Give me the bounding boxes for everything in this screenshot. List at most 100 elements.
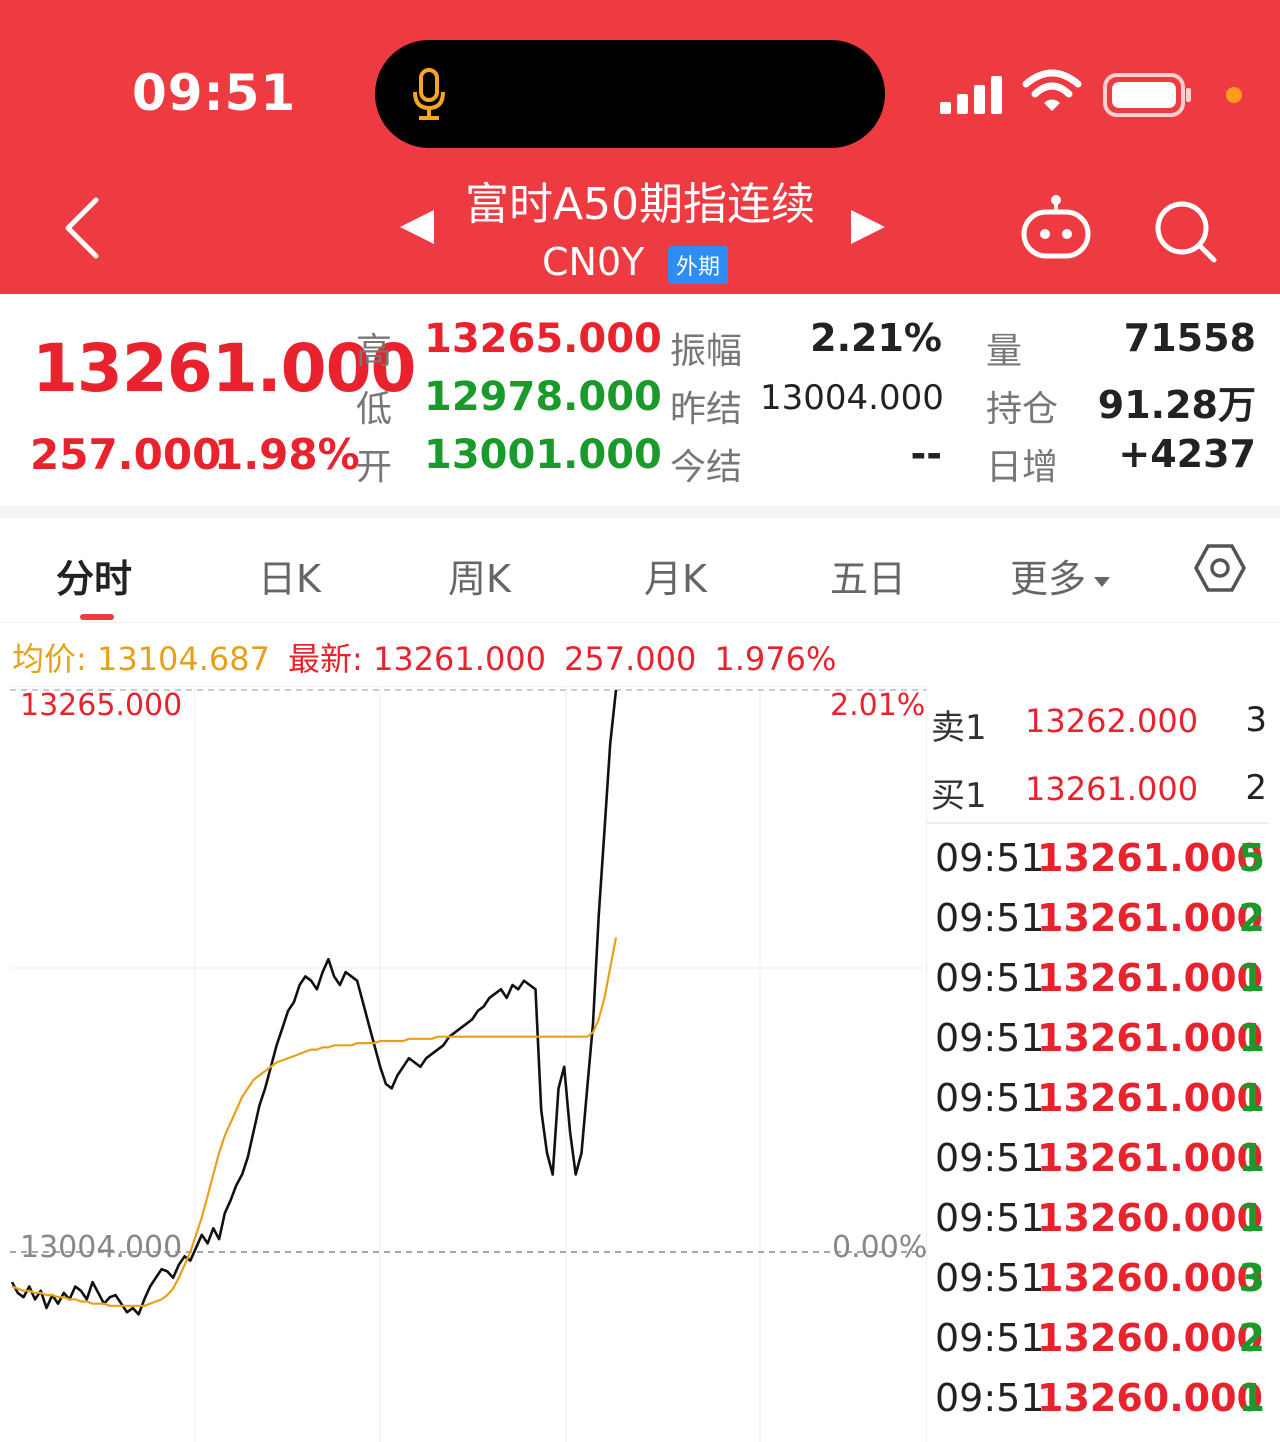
daily-increase-label: 日增 bbox=[986, 447, 1059, 488]
trade-row: 09:51 13261.000 1 bbox=[935, 1070, 1269, 1130]
trade-price: 13261.000 bbox=[1037, 1016, 1263, 1060]
daily-increase-value: +4237 bbox=[1118, 432, 1256, 476]
trade-time: 09:51 bbox=[935, 896, 1045, 940]
ask-label: 卖1 bbox=[931, 708, 987, 748]
trade-price: 13260.000 bbox=[1037, 1316, 1263, 1360]
tab-more-label: 更多 bbox=[1010, 557, 1087, 601]
average-price: 均价: 13104.687 bbox=[12, 640, 271, 678]
prev-settle-value: 13004.000 bbox=[760, 378, 944, 418]
bid-label: 买1 bbox=[931, 776, 987, 816]
robot-assistant-icon[interactable] bbox=[1018, 192, 1094, 260]
open-interest-value: 91.28万 bbox=[1097, 383, 1256, 427]
back-arrow-icon[interactable] bbox=[60, 196, 104, 260]
latest-change: 257.000 bbox=[564, 640, 697, 678]
privacy-indicator-dot bbox=[1226, 87, 1242, 103]
tab-five-day[interactable]: 五日 bbox=[830, 548, 906, 603]
chart-high-pct-label: 2.01% bbox=[830, 688, 926, 723]
volume-value: 71558 bbox=[1123, 316, 1256, 360]
trade-row: 09:51 13261.000 1 bbox=[935, 1130, 1269, 1190]
latest-change-pct: 1.976% bbox=[714, 640, 837, 678]
status-time: 09:51 bbox=[132, 64, 297, 122]
active-tab-indicator bbox=[80, 614, 114, 620]
trade-price: 13261.000 bbox=[1037, 836, 1263, 880]
quote-panel: 13261.000 257.000 1.98% 高 13265.000 低 12… bbox=[0, 294, 1280, 506]
trade-row: 09:51 13261.000 5 bbox=[935, 830, 1269, 890]
cellular-signal-icon bbox=[940, 76, 1002, 114]
trade-price: 13260.000 bbox=[1037, 1196, 1263, 1240]
latest-price: 最新: 13261.000 bbox=[288, 640, 547, 678]
amplitude-label: 振幅 bbox=[670, 331, 743, 372]
dynamic-island bbox=[375, 40, 885, 148]
trade-qty: 2 bbox=[1238, 896, 1265, 940]
bid-qty: 2 bbox=[1245, 768, 1267, 808]
tab-daily-k[interactable]: 日K bbox=[258, 548, 321, 603]
trade-time: 09:51 bbox=[935, 956, 1045, 1000]
trade-time: 09:51 bbox=[935, 1136, 1045, 1180]
orderbook-panel: 卖1 13262.000 3 买1 13261.000 2 09:51 13261… bbox=[926, 686, 1269, 1442]
trade-row: 09:51 13260.000 2 bbox=[935, 1310, 1269, 1370]
tab-weekly-k[interactable]: 周K bbox=[448, 548, 511, 603]
chart-info-line: 均价: 13104.687 最新: 13261.000 257.000 1.976% bbox=[12, 634, 836, 680]
bid-row[interactable]: 买1 13261.000 2 bbox=[929, 758, 1269, 818]
contract-title: 富时A50期指连续 bbox=[464, 179, 816, 230]
trade-price: 13260.000 bbox=[1037, 1376, 1263, 1420]
ask-price: 13262.000 bbox=[1025, 702, 1199, 740]
trade-time: 09:51 bbox=[935, 1376, 1045, 1420]
open-value: 13001.000 bbox=[424, 432, 662, 478]
trade-price: 13261.000 bbox=[1037, 1076, 1263, 1120]
tab-more[interactable]: 更多 bbox=[1010, 548, 1111, 603]
ask-qty: 3 bbox=[1245, 700, 1267, 740]
market-tag: 外期 bbox=[668, 246, 729, 284]
high-value: 13265.000 bbox=[424, 316, 662, 362]
volume-label: 量 bbox=[986, 331, 1023, 372]
trade-qty: 1 bbox=[1238, 1196, 1265, 1240]
bid-price: 13261.000 bbox=[1025, 770, 1199, 808]
orderbook-divider bbox=[927, 822, 1269, 824]
trade-row: 09:51 13261.000 1 bbox=[935, 1010, 1269, 1070]
settle-value: -- bbox=[910, 432, 942, 476]
settings-icon[interactable] bbox=[1194, 542, 1246, 594]
trade-time: 09:51 bbox=[935, 1316, 1045, 1360]
chart-tabs: 分时 日K 周K 月K 五日 更多 bbox=[0, 518, 1280, 623]
open-interest-label: 持仓 bbox=[986, 389, 1059, 430]
chart-zero-pct-label: 0.00% bbox=[832, 1230, 928, 1265]
low-label: 低 bbox=[356, 389, 393, 430]
wifi-icon bbox=[1022, 69, 1082, 111]
trade-price: 13261.000 bbox=[1037, 956, 1263, 1000]
intraday-chart[interactable] bbox=[10, 686, 926, 1442]
next-contract-button[interactable] bbox=[851, 210, 885, 244]
chart-high-label: 13265.000 bbox=[20, 688, 183, 723]
open-label: 开 bbox=[356, 447, 393, 488]
contract-code: CN0Y bbox=[542, 240, 645, 284]
trade-qty: 1 bbox=[1238, 956, 1265, 1000]
trade-price: 13261.000 bbox=[1037, 1136, 1263, 1180]
search-icon[interactable] bbox=[1150, 196, 1222, 268]
settle-label: 今结 bbox=[670, 447, 743, 488]
trade-time: 09:51 bbox=[935, 836, 1045, 880]
trade-row: 09:51 13260.000 1 bbox=[935, 1190, 1269, 1250]
trade-time: 09:51 bbox=[935, 1076, 1045, 1120]
trade-price: 13261.000 bbox=[1037, 896, 1263, 940]
trade-time: 09:51 bbox=[935, 1256, 1045, 1300]
tab-intraday[interactable]: 分时 bbox=[56, 548, 132, 603]
microphone-icon bbox=[413, 68, 445, 120]
previous-contract-button[interactable] bbox=[400, 210, 434, 244]
trade-row: 09:51 13260.000 3 bbox=[935, 1250, 1269, 1310]
tab-monthly-k[interactable]: 月K bbox=[644, 548, 707, 603]
chart-prev-settle-label: 13004.000 bbox=[20, 1230, 183, 1265]
trade-qty: 1 bbox=[1238, 1076, 1265, 1120]
ask-row[interactable]: 卖1 13262.000 3 bbox=[929, 690, 1269, 750]
amplitude-value: 2.21% bbox=[810, 316, 942, 360]
trade-price: 13260.000 bbox=[1037, 1256, 1263, 1300]
price-change: 257.000 bbox=[30, 430, 222, 479]
high-label: 高 bbox=[356, 331, 393, 372]
trade-qty: 1 bbox=[1238, 1016, 1265, 1060]
trade-time: 09:51 bbox=[935, 1016, 1045, 1060]
trade-row: 09:51 13260.000 1 bbox=[935, 1370, 1269, 1430]
trade-qty: 1 bbox=[1238, 1376, 1265, 1420]
trade-qty: 2 bbox=[1238, 1316, 1265, 1360]
trade-row: 09:51 13261.000 2 bbox=[935, 890, 1269, 950]
trade-time: 09:51 bbox=[935, 1196, 1045, 1240]
trade-qty: 3 bbox=[1238, 1256, 1265, 1300]
low-value: 12978.000 bbox=[424, 374, 662, 420]
